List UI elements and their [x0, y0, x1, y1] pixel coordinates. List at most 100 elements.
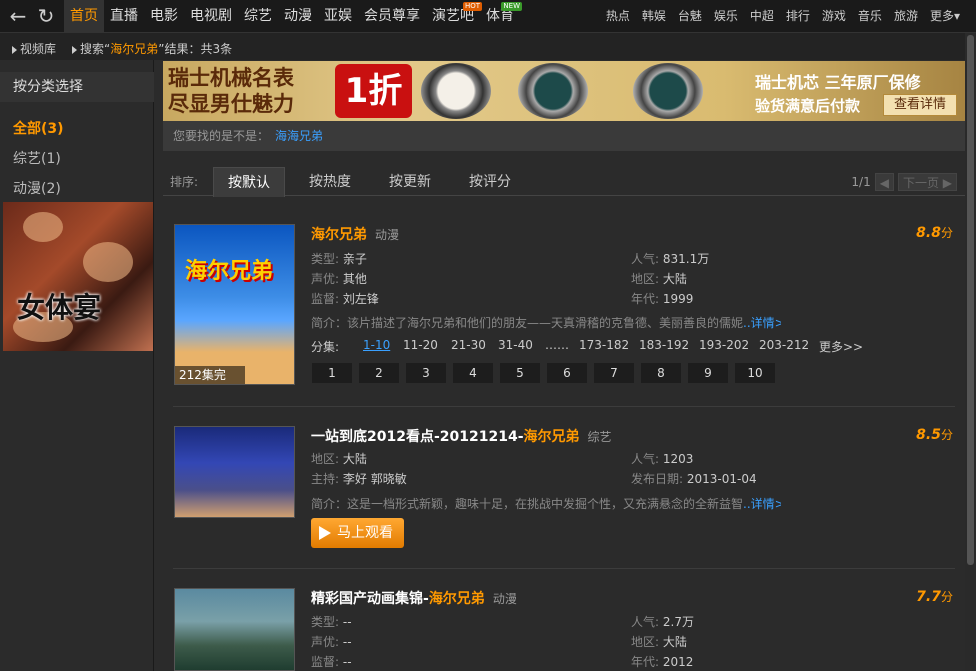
title-text: 精彩国产动画集锦- [311, 591, 429, 607]
nav-live[interactable]: 直播 [104, 0, 144, 33]
nav-vip[interactable]: 会员尊享 [358, 0, 426, 33]
nav-label: 电视剧 [190, 8, 232, 24]
field: 人气: 1203 [631, 450, 693, 467]
episode-button[interactable]: 8 [641, 363, 681, 383]
poster-image[interactable] [174, 426, 295, 518]
rating: 7.7分 [916, 588, 953, 605]
episode-button[interactable]: 3 [406, 363, 446, 383]
episode-range[interactable]: 11-20 [403, 338, 438, 352]
poster-image[interactable]: 海尔兄弟 212集完 [174, 224, 295, 385]
tab-sort-popularity[interactable]: 按热度 [295, 167, 365, 197]
nav-tv[interactable]: 电视剧 [184, 0, 238, 33]
right-nav: 热点 韩娱 台魅 娱乐 中超 排行 游戏 音乐 旅游 更多▾ [600, 0, 966, 33]
result-title[interactable]: 一站到底2012看点-20121214-海尔兄弟 综艺 [311, 426, 612, 446]
sidebar-ad-image[interactable]: 女体宴 [3, 202, 153, 351]
rnav-item[interactable]: 游戏 [816, 0, 852, 33]
rnav-more[interactable]: 更多▾ [924, 0, 966, 33]
rating-value: 7.7 [916, 589, 941, 605]
sidebar-title: 按分类选择 [0, 72, 154, 102]
desc-label: 简介： [311, 316, 348, 330]
banner-details-button[interactable]: 查看详情 [883, 94, 957, 116]
details-link[interactable]: ..详情>> [743, 497, 781, 511]
next-page-button[interactable]: 下一页 ▶ [897, 173, 957, 191]
scrollbar-thumb[interactable] [967, 35, 974, 565]
title-highlight: 海尔兄弟 [523, 429, 580, 445]
field-label: 年代: [631, 655, 660, 669]
nav-movie[interactable]: 电影 [144, 0, 184, 33]
field: 年代: 1999 [631, 290, 693, 307]
episode-button[interactable]: 2 [359, 363, 399, 383]
new-badge: NEW [501, 2, 522, 11]
episode-button[interactable]: 6 [547, 363, 587, 383]
banner-slogan2: 验货满意后付款 [755, 97, 861, 115]
tab-sort-rating[interactable]: 按评分 [455, 167, 525, 197]
vertical-scrollbar[interactable] [965, 33, 976, 671]
search-result-count: ”结果：共3条 [158, 42, 233, 56]
sort-bar: 排序: 按默认 按热度 按更新 按评分 1/1 ◀ 下一页 ▶ [163, 164, 965, 197]
field: 声优: -- [311, 633, 352, 650]
prev-page-button[interactable]: ◀ [874, 173, 894, 191]
episode-button[interactable]: 4 [453, 363, 493, 383]
filter-variety[interactable]: 综艺(1) [13, 148, 61, 168]
episode-button[interactable]: 1 [312, 363, 352, 383]
nav-home[interactable]: 首页 [64, 0, 104, 33]
rnav-item[interactable]: 热点 [600, 0, 636, 33]
poster-image[interactable] [174, 588, 295, 671]
nav-anime[interactable]: 动漫 [278, 0, 318, 33]
field: 监督: 刘左锋 [311, 290, 379, 307]
rnav-item[interactable]: 娱乐 [708, 0, 744, 33]
episode-range[interactable]: 203-212 [759, 338, 809, 352]
nav-label: 动漫 [284, 8, 312, 24]
top-nav-bar: ← ↻ 首页 直播 电影 电视剧 综艺 动漫 亚娱 会员尊享 演艺吧 HOT 体育… [0, 0, 976, 33]
episode-button[interactable]: 5 [500, 363, 540, 383]
rnav-item[interactable]: 音乐 [852, 0, 888, 33]
tab-sort-default[interactable]: 按默认 [213, 167, 285, 197]
result-title[interactable]: 精彩国产动画集锦-海尔兄弟 动漫 [311, 588, 517, 608]
episode-range[interactable]: 1-10 [363, 338, 390, 352]
episode-button[interactable]: 7 [594, 363, 634, 383]
episode-range[interactable]: 31-40 [498, 338, 533, 352]
field-label: 人气: [631, 252, 660, 266]
nav-asia-ent[interactable]: 亚娱 [318, 0, 358, 33]
result-item: 海尔兄弟 212集完 海尔兄弟 动漫 8.8分 类型: 亲子 人气: 831.1万 … [173, 224, 955, 394]
episode-range[interactable]: 193-202 [699, 338, 749, 352]
chevron-down-icon: ▾ [953, 9, 960, 23]
did-you-mean-link[interactable]: 海海兄弟 [275, 129, 323, 143]
episode-button[interactable]: 10 [735, 363, 775, 383]
arrow-right-icon [12, 45, 17, 54]
field-label: 声优: [311, 635, 340, 649]
nav-show[interactable]: 演艺吧 HOT [426, 0, 482, 33]
field-value: 亲子 [342, 252, 367, 266]
filter-all[interactable]: 全部(3) [13, 118, 64, 138]
episode-button[interactable]: 9 [688, 363, 728, 383]
breadcrumb-lib[interactable]: 视频库 [12, 40, 56, 57]
rnav-item[interactable]: 中超 [744, 0, 780, 33]
breadcrumb-search: 搜索“海尔兄弟”结果：共3条 [72, 40, 232, 57]
title-highlight: 海尔兄弟 [428, 591, 485, 607]
nav-sports[interactable]: 体育 NEW [480, 0, 522, 33]
back-arrow-icon[interactable]: ← [8, 6, 28, 26]
nav-variety[interactable]: 综艺 [238, 0, 278, 33]
rnav-item[interactable]: 旅游 [888, 0, 924, 33]
rating-unit: 分 [940, 428, 953, 442]
search-prefix: 搜索“ [80, 42, 111, 56]
watch-ad-banner[interactable]: 瑞士机械名表 尽显男仕魅力 1折 瑞士机芯 三年原厂保修 验货满意后付款 查看详情 [163, 61, 965, 121]
filter-anime[interactable]: 动漫(2) [13, 178, 61, 198]
episode-range[interactable]: 183-192 [639, 338, 689, 352]
field-value: 1999 [662, 292, 694, 306]
rnav-item[interactable]: 排行 [780, 0, 816, 33]
rnav-item[interactable]: 台魅 [672, 0, 708, 33]
field: 人气: 2.7万 [631, 613, 694, 630]
tab-sort-update[interactable]: 按更新 [375, 167, 445, 197]
rnav-item[interactable]: 韩娱 [636, 0, 672, 33]
details-link[interactable]: ..详情>> [743, 316, 781, 330]
result-title[interactable]: 海尔兄弟 动漫 [311, 224, 399, 244]
episode-range[interactable]: 173-182 [579, 338, 629, 352]
field-value: 1203 [662, 452, 694, 466]
refresh-icon[interactable]: ↻ [36, 6, 56, 26]
result-category: 动漫 [375, 228, 400, 242]
page-indicator: 1/1 [851, 175, 871, 189]
episode-range[interactable]: 21-30 [451, 338, 486, 352]
watch-now-button[interactable]: 马上观看 [311, 518, 404, 548]
more-episodes-link[interactable]: 更多>> [819, 338, 863, 355]
